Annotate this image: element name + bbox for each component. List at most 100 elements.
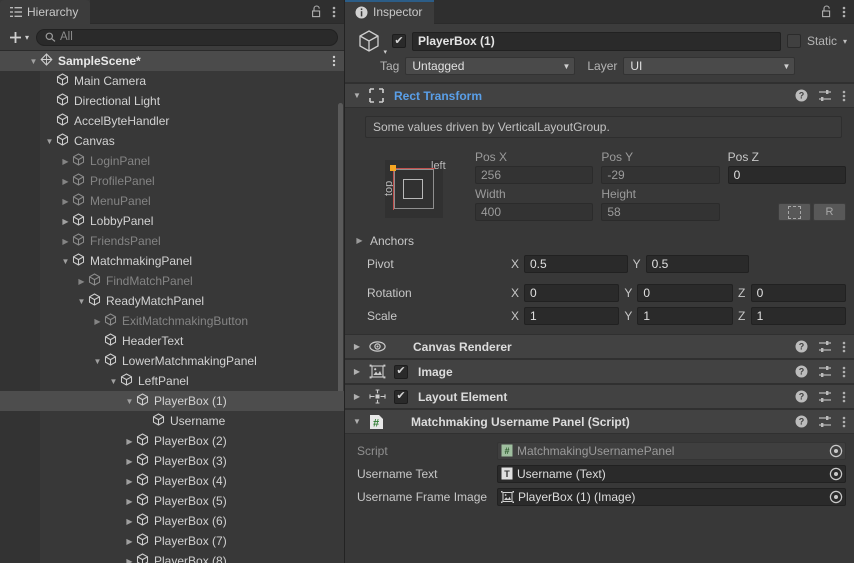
static-checkbox[interactable] <box>786 34 801 48</box>
pos-z-input[interactable]: 0 <box>727 166 846 184</box>
rotation-x-input[interactable]: 0 <box>524 283 620 302</box>
lock-open-icon[interactable] <box>311 5 323 18</box>
foldout-arrow-icon[interactable]: ▶ <box>123 557 136 563</box>
rotation-y-input[interactable]: 0 <box>637 283 733 302</box>
foldout-arrow-icon[interactable]: ▶ <box>123 437 136 446</box>
foldout-arrow-icon[interactable]: ▶ <box>351 367 363 376</box>
tab-inspector[interactable]: Inspector <box>345 0 435 24</box>
foldout-arrow-icon[interactable]: ▶ <box>123 497 136 506</box>
foldout-arrow-icon[interactable]: ▶ <box>351 342 363 351</box>
preset-icon[interactable] <box>818 365 832 378</box>
hierarchy-row[interactable]: ▼ MatchmakingPanel <box>0 251 344 271</box>
foldout-arrow-icon[interactable]: ▼ <box>27 57 40 66</box>
foldout-arrow-icon[interactable]: ▶ <box>123 537 136 546</box>
help-icon[interactable]: ? <box>795 390 808 403</box>
object-picker-icon[interactable] <box>829 490 843 504</box>
foldout-arrow-icon[interactable]: ▶ <box>59 157 72 166</box>
hierarchy-tree[interactable]: ▼SampleScene*▶Main Camera▶Directional Li… <box>0 51 344 563</box>
foldout-arrow-icon[interactable]: ▼ <box>59 257 72 266</box>
object-reference-field[interactable]: T Username (Text) <box>497 464 846 483</box>
scale-y-input[interactable]: 1 <box>637 306 733 325</box>
hierarchy-row[interactable]: ▶ AccelByteHandler <box>0 111 344 131</box>
layer-dropdown[interactable]: UI ▼ <box>623 57 796 75</box>
foldout-arrow-icon[interactable]: ▶ <box>91 317 104 326</box>
tag-dropdown[interactable]: Untagged ▼ <box>405 57 576 75</box>
hierarchy-row[interactable]: ▶ HeaderText <box>0 331 344 351</box>
hierarchy-row[interactable]: ▶ Main Camera <box>0 71 344 91</box>
anchors-row[interactable]: ▶ Anchors <box>353 230 846 251</box>
component-header-layout-element[interactable]: ▶ ✔ Layout Element ? <box>345 384 854 409</box>
kebab-menu-icon[interactable] <box>842 415 846 429</box>
raw-edit-button[interactable]: R <box>812 203 846 221</box>
static-dropdown-caret[interactable]: ▾ <box>843 37 847 46</box>
hierarchy-row[interactable]: ▶ PlayerBox (5) <box>0 491 344 511</box>
scale-x-input[interactable]: 1 <box>524 306 620 325</box>
foldout-arrow-icon[interactable]: ▶ <box>59 217 72 226</box>
create-object-button[interactable]: ▾ <box>5 30 32 45</box>
foldout-arrow-icon[interactable]: ▶ <box>59 197 72 206</box>
component-header-canvas-renderer[interactable]: ▶ Canvas Renderer ? <box>345 334 854 359</box>
hierarchy-row[interactable]: ▶ FindMatchPanel <box>0 271 344 291</box>
foldout-arrow-icon[interactable]: ▼ <box>91 357 104 366</box>
tab-hierarchy[interactable]: Hierarchy <box>0 0 91 24</box>
kebab-menu-icon[interactable] <box>842 89 846 103</box>
scale-z-input[interactable]: 1 <box>750 306 846 325</box>
search-input[interactable]: All <box>36 28 338 46</box>
foldout-arrow-icon[interactable]: ▶ <box>351 392 363 401</box>
hierarchy-row[interactable]: ▶ FriendsPanel <box>0 231 344 251</box>
preset-icon[interactable] <box>818 415 832 428</box>
object-reference-field[interactable]: PlayerBox (1) (Image) <box>497 487 846 506</box>
hierarchy-row[interactable]: ▶ PlayerBox (7) <box>0 531 344 551</box>
foldout-arrow-icon[interactable]: ▶ <box>123 457 136 466</box>
help-icon[interactable]: ? <box>795 365 808 378</box>
hierarchy-row[interactable]: ▶ ProfilePanel <box>0 171 344 191</box>
layout-element-enabled-checkbox[interactable]: ✔ <box>394 389 408 404</box>
hierarchy-row[interactable]: ▶ MenuPanel <box>0 191 344 211</box>
kebab-menu-icon[interactable] <box>332 55 336 70</box>
kebab-menu-icon[interactable] <box>332 5 336 19</box>
foldout-arrow-icon[interactable]: ▼ <box>351 91 363 100</box>
hierarchy-row[interactable]: ▶ PlayerBox (2) <box>0 431 344 451</box>
hierarchy-row[interactable]: ▼ LowerMatchmakingPanel <box>0 351 344 371</box>
hierarchy-row[interactable]: ▶ Username <box>0 411 344 431</box>
object-picker-icon[interactable] <box>829 467 843 481</box>
hierarchy-row[interactable]: ▼ LeftPanel <box>0 371 344 391</box>
anchors-foldout[interactable]: ▶ Anchors <box>353 234 511 248</box>
anchor-preset-button[interactable]: left top <box>383 160 446 218</box>
pos-y-input[interactable]: -29 <box>601 166 720 184</box>
foldout-arrow-icon[interactable]: ▼ <box>123 397 136 406</box>
foldout-arrow-icon[interactable]: ▼ <box>107 377 120 386</box>
kebab-menu-icon[interactable] <box>842 365 846 379</box>
hierarchy-row[interactable]: ▶ ExitMatchmakingButton <box>0 311 344 331</box>
hierarchy-row[interactable]: ▼ SampleScene* <box>0 51 344 71</box>
foldout-arrow-icon[interactable]: ▼ <box>75 297 88 306</box>
blueprint-mode-button[interactable] <box>777 203 811 221</box>
hierarchy-row[interactable]: ▶ LoginPanel <box>0 151 344 171</box>
foldout-arrow-icon[interactable]: ▼ <box>43 137 56 146</box>
foldout-arrow-icon[interactable]: ▼ <box>351 417 363 426</box>
hierarchy-row[interactable]: ▶ Directional Light <box>0 91 344 111</box>
foldout-arrow-icon[interactable]: ▶ <box>59 177 72 186</box>
kebab-menu-icon[interactable] <box>842 390 846 404</box>
preset-icon[interactable] <box>818 390 832 403</box>
help-icon[interactable]: ? <box>795 415 808 428</box>
hierarchy-row[interactable]: ▶ PlayerBox (3) <box>0 451 344 471</box>
pivot-x-input[interactable]: 0.5 <box>524 254 628 273</box>
width-input[interactable]: 400 <box>475 203 594 221</box>
foldout-arrow-icon[interactable]: ▶ <box>123 517 136 526</box>
help-icon[interactable]: ? <box>795 89 808 102</box>
lock-open-icon[interactable] <box>821 5 833 18</box>
kebab-menu-icon[interactable] <box>842 340 846 354</box>
foldout-arrow-icon[interactable]: ▶ <box>59 237 72 246</box>
kebab-menu-icon[interactable] <box>842 5 846 19</box>
foldout-arrow-icon[interactable]: ▶ <box>75 277 88 286</box>
object-reference-field[interactable]: # MatchmakingUsernamePanel <box>497 441 846 460</box>
hierarchy-row[interactable]: ▶ LobbyPanel <box>0 211 344 231</box>
hierarchy-row[interactable]: ▶ PlayerBox (6) <box>0 511 344 531</box>
gameobject-name-input[interactable]: PlayerBox (1) <box>412 31 781 51</box>
foldout-arrow-icon[interactable]: ▶ <box>123 477 136 486</box>
pos-x-input[interactable]: 256 <box>475 166 594 184</box>
hierarchy-row[interactable]: ▼ ReadyMatchPanel <box>0 291 344 311</box>
hierarchy-row[interactable]: ▶ PlayerBox (8) <box>0 551 344 563</box>
gameobject-enabled-checkbox[interactable]: ✔ <box>392 34 406 48</box>
